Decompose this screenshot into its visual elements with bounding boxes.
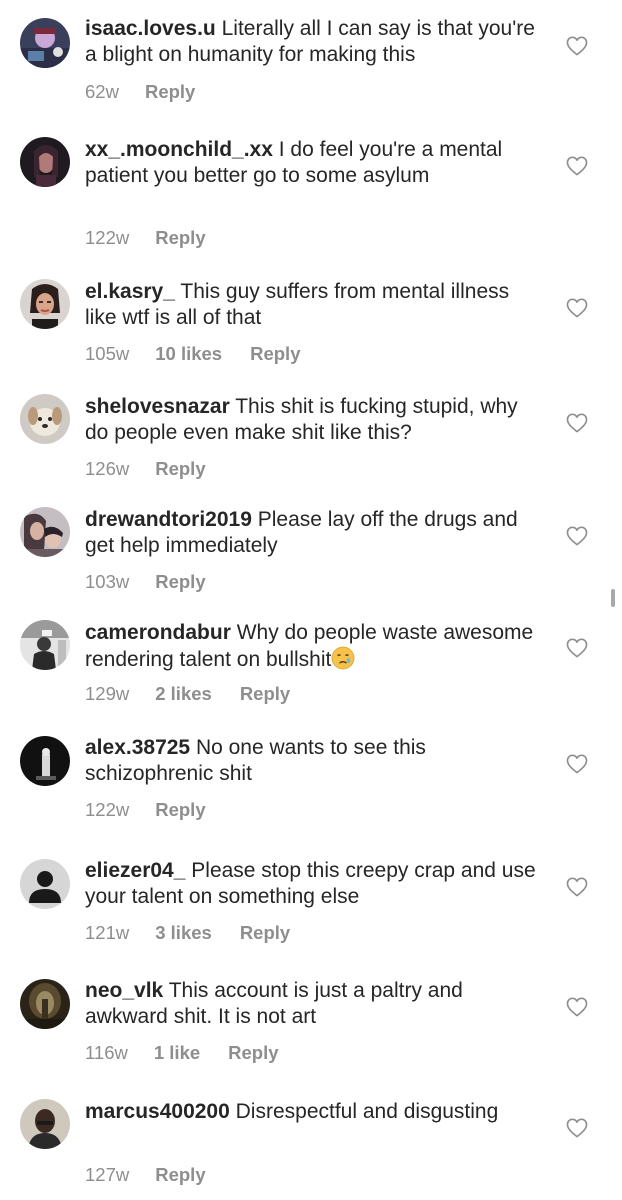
comment-text: alex.38725 No one wants to see this schi… <box>85 735 545 786</box>
comment-time: 122w <box>85 227 130 248</box>
like-heart-icon[interactable] <box>566 638 588 658</box>
like-heart-icon[interactable] <box>566 754 588 774</box>
comment-username[interactable]: shelovesnazar <box>85 395 230 418</box>
like-heart-icon[interactable] <box>566 156 588 176</box>
comment-username[interactable]: el.kasry_ <box>85 280 175 303</box>
comment-time: 126w <box>85 458 130 479</box>
avatar[interactable] <box>20 137 70 187</box>
reply-button[interactable]: Reply <box>155 799 205 821</box>
comment-text: isaac.loves.u Literally all I can say is… <box>85 16 545 67</box>
like-heart-icon[interactable] <box>566 877 588 897</box>
likes-count[interactable]: 10 likes <box>155 343 222 365</box>
comment-time: 122w <box>85 799 130 820</box>
comment-body: Disrespectful and disgusting <box>235 1100 499 1123</box>
comment-text: marcus400200 Disrespectful and disgustin… <box>85 1099 545 1125</box>
avatar[interactable] <box>20 18 70 68</box>
like-heart-icon[interactable] <box>566 36 588 56</box>
comment-meta: 126w Reply <box>85 458 206 480</box>
comment-meta: 62w Reply <box>85 81 195 103</box>
comment-meta: 105w 10 likes Reply <box>85 343 301 365</box>
comment-username[interactable]: isaac.loves.u <box>85 17 216 40</box>
reply-button[interactable]: Reply <box>155 571 205 593</box>
comment-time: 62w <box>85 81 119 102</box>
like-heart-icon[interactable] <box>566 997 588 1017</box>
sad-face-emoji <box>331 646 355 670</box>
comment-time: 121w <box>85 922 130 943</box>
like-heart-icon[interactable] <box>566 1118 588 1138</box>
comment-meta: 116w 1 like Reply <box>85 1042 279 1064</box>
reply-button[interactable]: Reply <box>155 458 205 480</box>
comment-username[interactable]: xx_.moonchild_.xx <box>85 138 273 161</box>
likes-count[interactable]: 1 like <box>154 1042 200 1064</box>
comment-meta: 127w Reply <box>85 1164 206 1186</box>
comment-text: eliezer04_ Please stop this creepy crap … <box>85 858 545 909</box>
comment-time: 105w <box>85 343 130 364</box>
reply-button[interactable]: Reply <box>240 922 290 944</box>
comment-time: 129w <box>85 683 130 704</box>
reply-button[interactable]: Reply <box>228 1042 278 1064</box>
comment-meta: 122w Reply <box>85 799 206 821</box>
avatar[interactable] <box>20 1099 70 1149</box>
comment-text: drewandtori2019 Please lay off the drugs… <box>85 507 545 558</box>
likes-count[interactable]: 3 likes <box>155 922 212 944</box>
like-heart-icon[interactable] <box>566 413 588 433</box>
default-avatar-icon[interactable] <box>20 859 70 909</box>
avatar[interactable] <box>20 736 70 786</box>
comment-username[interactable]: drewandtori2019 <box>85 508 252 531</box>
comment-text: camerondabur Why do people waste awesome… <box>85 620 545 672</box>
comment-text: shelovesnazar This shit is fucking stupi… <box>85 394 545 445</box>
comment-meta: 122w Reply <box>85 227 206 249</box>
comment-meta: 121w 3 likes Reply <box>85 922 290 944</box>
comment-username[interactable]: camerondabur <box>85 621 231 644</box>
reply-button[interactable]: Reply <box>145 81 195 103</box>
comment-meta: 103w Reply <box>85 571 206 593</box>
comment-username[interactable]: eliezer04_ <box>85 859 185 882</box>
comment-text: el.kasry_ This guy suffers from mental i… <box>85 279 545 330</box>
comment-username[interactable]: alex.38725 <box>85 736 190 759</box>
avatar[interactable] <box>20 279 70 329</box>
reply-button[interactable]: Reply <box>155 227 205 249</box>
like-heart-icon[interactable] <box>566 526 588 546</box>
like-heart-icon[interactable] <box>566 298 588 318</box>
comment-text: neo_vlk This account is just a paltry an… <box>85 978 545 1029</box>
comment-time: 127w <box>85 1164 130 1185</box>
comment-username[interactable]: neo_vlk <box>85 979 163 1002</box>
comment-time: 116w <box>85 1042 128 1063</box>
avatar[interactable] <box>20 394 70 444</box>
likes-count[interactable]: 2 likes <box>155 683 212 705</box>
scrollbar[interactable] <box>611 589 615 607</box>
reply-button[interactable]: Reply <box>250 343 300 365</box>
comment-text: xx_.moonchild_.xx I do feel you're a men… <box>85 137 545 188</box>
comment-time: 103w <box>85 571 130 592</box>
reply-button[interactable]: Reply <box>155 1164 205 1186</box>
avatar[interactable] <box>20 979 70 1029</box>
avatar[interactable] <box>20 507 70 557</box>
comment-meta: 129w 2 likes Reply <box>85 683 290 705</box>
reply-button[interactable]: Reply <box>240 683 290 705</box>
comment-username[interactable]: marcus400200 <box>85 1100 230 1123</box>
avatar[interactable] <box>20 620 70 670</box>
